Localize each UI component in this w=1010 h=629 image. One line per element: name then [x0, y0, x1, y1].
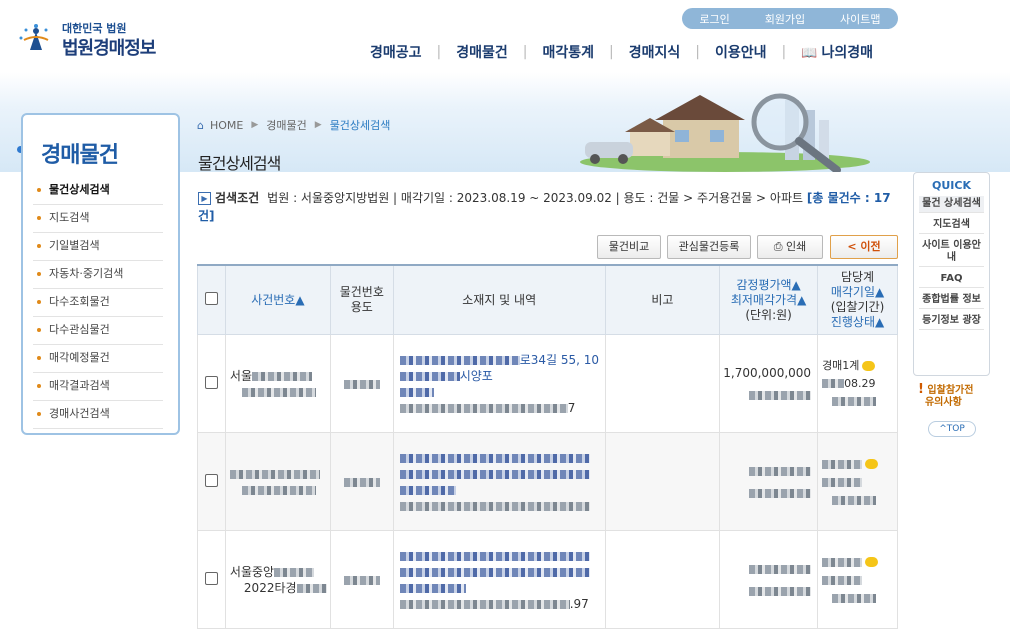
th-unit: (단위:원): [745, 307, 792, 322]
speech-bubble-icon[interactable]: [862, 360, 876, 371]
th-status[interactable]: 진행상태▲: [831, 315, 884, 329]
th-item-number: 물건번호: [339, 285, 384, 299]
table-row: 서울 로34길 55, 10 시양포 7 1,700,000,000 경매1계 0…: [197, 334, 898, 433]
quick-menu: QUICK 물건 상세검색 지도검색 사이트 이용안내 FAQ 종합법률 정보 …: [913, 172, 990, 376]
compare-button[interactable]: 물건비교: [597, 235, 661, 259]
th-case-number[interactable]: 사건번호▲: [224, 264, 331, 335]
row-area: .97: [569, 596, 589, 611]
gnb-auction-knowledge[interactable]: 경매지식: [629, 42, 681, 62]
table-row: [197, 432, 898, 531]
util-bar: 로그인 회원가입 사이트맵: [682, 8, 898, 29]
court-logo[interactable]: 대한민국 법원 법원경매정보: [16, 18, 156, 59]
login-link[interactable]: 로그인: [699, 11, 729, 27]
breadcrumb-current: 물건상세검색: [329, 119, 391, 132]
quick-site-guide[interactable]: 사이트 이용안내: [919, 238, 984, 267]
row-checkbox[interactable]: [204, 473, 218, 487]
row-case-2: 2022타경: [243, 580, 297, 595]
favorite-register-button[interactable]: 관심물건등록: [667, 235, 751, 259]
row-case[interactable]: 서울중앙: [230, 565, 274, 579]
th-address: 소재지 및 내역: [392, 264, 606, 335]
th-dept[interactable]: 담당계 매각기일▲ (입찰기간) 진행상태▲: [817, 264, 898, 335]
row-appraisal: 1,700,000,000: [723, 365, 812, 380]
lnb-item-upcoming-sale[interactable]: 매각예정물건: [33, 345, 163, 373]
home-icon: ⌂: [197, 118, 204, 132]
row-area: 7: [567, 400, 576, 415]
page-title: 물건상세검색: [198, 154, 281, 173]
book-icon: 📖: [801, 46, 818, 61]
gnb-auction-notice[interactable]: 경매공고: [370, 42, 422, 62]
row-case[interactable]: 서울: [230, 369, 252, 383]
speech-bubble-icon[interactable]: [865, 557, 879, 567]
th-note: 비고: [604, 264, 721, 335]
house-magnifier-illustration: [580, 93, 870, 172]
speech-bubble-icon[interactable]: [865, 459, 879, 469]
result-table: 사건번호▲ 물건번호 용도 소재지 및 내역 비고 감정평가액▲ 최저매각가격▲ (단…: [197, 264, 898, 629]
th-sale-date[interactable]: 매각기일▲: [831, 285, 884, 299]
gnb-sale-stats[interactable]: 매각통계: [543, 42, 595, 62]
th-min-price[interactable]: 최저매각가격▲: [731, 293, 806, 307]
lnb-item-map-search[interactable]: 지도검색: [33, 205, 163, 233]
print-label: 인쇄: [786, 240, 807, 253]
sitemap-link[interactable]: 사이트맵: [840, 11, 880, 27]
lnb-item-most-favorited[interactable]: 다수관심물건: [33, 317, 163, 345]
search-conditions: ▶ 검색조건 법원 : 서울중앙지방법원 | 매각기일 : 2023.08.19 ~…: [198, 189, 898, 225]
th-item-usage: 물건번호 용도: [329, 264, 394, 335]
breadcrumb: ⌂ HOME ▶ 경매물건 ▶ 물건상세검색: [197, 117, 391, 133]
row-date: 08.29: [844, 376, 876, 390]
quick-detail-search[interactable]: 물건 상세검색: [919, 196, 984, 213]
row-address-link-2[interactable]: 시양포: [460, 369, 493, 383]
gnb-my-auction[interactable]: 📖 나의경매: [801, 42, 873, 62]
breadcrumb-home[interactable]: HOME: [210, 119, 243, 132]
warn-line-1: 입찰참가전: [927, 385, 974, 396]
prev-button[interactable]: < 이전: [830, 235, 898, 259]
left-nav: 경매물건 물건상세검색 지도검색 기일별검색 자동차·중기검색 다수조회물건 다…: [21, 113, 180, 435]
lnb-item-case-search[interactable]: 경매사건검색: [33, 401, 163, 429]
print-button[interactable]: ⎙ 인쇄: [757, 235, 823, 259]
lnb-item-vehicle-search[interactable]: 자동차·중기검색: [33, 261, 163, 289]
lnb-item-sale-result[interactable]: 매각결과검색: [33, 373, 163, 401]
arrow-box-icon: ▶: [198, 192, 211, 205]
gnb-guide[interactable]: 이용안내: [715, 42, 767, 62]
row-checkbox[interactable]: [204, 571, 218, 585]
gnb-my-auction-label: 나의경매: [821, 45, 873, 61]
top-button[interactable]: ^TOP: [928, 421, 976, 437]
th-appraisal[interactable]: 감정평가액▲: [736, 278, 800, 292]
exclamation-icon: !: [918, 382, 924, 397]
lnb-item-date-search[interactable]: 기일별검색: [33, 233, 163, 261]
warn-line-2: 유의사항: [924, 397, 962, 408]
table-row: 서울중앙 2022타경 .97: [197, 530, 898, 629]
bid-notice-link[interactable]: ! 입찰참가전 유의사항: [918, 382, 974, 409]
th-dept-label: 담당계: [840, 270, 875, 284]
quick-legal-info[interactable]: 종합법률 정보: [919, 292, 984, 309]
logo-big-text: 법원경매정보: [62, 38, 156, 59]
th-usage: 용도: [350, 300, 373, 314]
table-header-row: 사건번호▲ 물건번호 용도 소재지 및 내역 비고 감정평가액▲ 최저매각가격▲ (단…: [197, 264, 898, 335]
printer-icon: ⎙: [773, 240, 783, 253]
quick-registry[interactable]: 등기정보 광장: [919, 313, 984, 330]
global-nav: 경매공고 | 경매물건 | 매각통계 | 경매지식 | 이용안내 | 📖 나의경매: [370, 42, 873, 62]
row-address-link[interactable]: 로34길 55, 10: [520, 353, 599, 367]
join-link[interactable]: 회원가입: [765, 11, 805, 27]
row-checkbox[interactable]: [204, 375, 218, 389]
lnb-item-most-viewed[interactable]: 다수조회물건: [33, 289, 163, 317]
quick-map-search[interactable]: 지도검색: [919, 217, 984, 234]
select-all-checkbox[interactable]: [204, 291, 218, 305]
row-dept: 경매1계: [822, 358, 860, 372]
th-bid-period: (입찰기간): [830, 300, 885, 314]
th-price[interactable]: 감정평가액▲ 최저매각가격▲ (단위:원): [719, 264, 819, 335]
quick-faq[interactable]: FAQ: [919, 271, 984, 288]
cond-label: 검색조건: [215, 191, 260, 205]
justice-logo-icon: [19, 24, 49, 50]
breadcrumb-items[interactable]: 경매물건: [266, 117, 306, 133]
quick-title: QUICK: [932, 179, 971, 192]
gnb-auction-items[interactable]: 경매물건: [456, 42, 508, 62]
cond-text: 법원 : 서울중앙지방법원 | 매각기일 : 2023.08.19 ~ 2023…: [267, 191, 804, 205]
lnb-item-detail-search[interactable]: 물건상세검색: [33, 177, 163, 205]
lnb-title: 경매물건: [41, 143, 119, 168]
